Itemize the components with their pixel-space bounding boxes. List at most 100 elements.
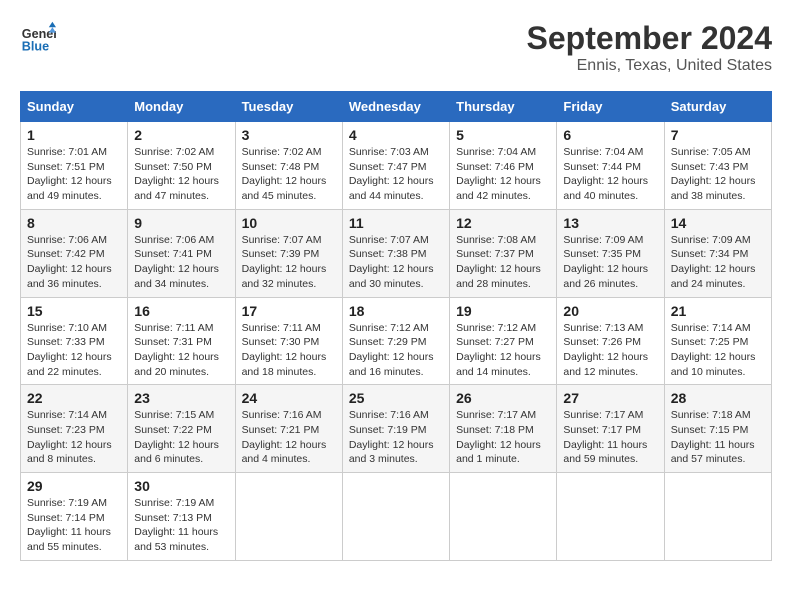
page-header: General Blue September 2024 Ennis, Texas… [20, 20, 772, 75]
calendar-cell: 5 Sunrise: 7:04 AMSunset: 7:46 PMDayligh… [450, 122, 557, 210]
calendar-cell: 14 Sunrise: 7:09 AMSunset: 7:34 PMDaylig… [664, 209, 771, 297]
day-number: 20 [563, 303, 657, 319]
cell-info: Sunrise: 7:02 AMSunset: 7:50 PMDaylight:… [134, 146, 219, 202]
calendar-cell: 30 Sunrise: 7:19 AMSunset: 7:13 PMDaylig… [128, 473, 235, 561]
calendar-cell: 9 Sunrise: 7:06 AMSunset: 7:41 PMDayligh… [128, 209, 235, 297]
day-number: 21 [671, 303, 765, 319]
calendar-cell: 10 Sunrise: 7:07 AMSunset: 7:39 PMDaylig… [235, 209, 342, 297]
weekday-header-thursday: Thursday [450, 92, 557, 122]
calendar-cell: 27 Sunrise: 7:17 AMSunset: 7:17 PMDaylig… [557, 385, 664, 473]
week-row-3: 15 Sunrise: 7:10 AMSunset: 7:33 PMDaylig… [21, 297, 772, 385]
day-number: 16 [134, 303, 228, 319]
calendar-cell: 3 Sunrise: 7:02 AMSunset: 7:48 PMDayligh… [235, 122, 342, 210]
calendar-cell: 29 Sunrise: 7:19 AMSunset: 7:14 PMDaylig… [21, 473, 128, 561]
calendar-cell: 22 Sunrise: 7:14 AMSunset: 7:23 PMDaylig… [21, 385, 128, 473]
calendar-cell: 21 Sunrise: 7:14 AMSunset: 7:25 PMDaylig… [664, 297, 771, 385]
day-number: 28 [671, 390, 765, 406]
day-number: 22 [27, 390, 121, 406]
day-number: 17 [242, 303, 336, 319]
day-number: 2 [134, 127, 228, 143]
weekday-header-sunday: Sunday [21, 92, 128, 122]
cell-info: Sunrise: 7:03 AMSunset: 7:47 PMDaylight:… [349, 146, 434, 202]
day-number: 24 [242, 390, 336, 406]
calendar-cell: 16 Sunrise: 7:11 AMSunset: 7:31 PMDaylig… [128, 297, 235, 385]
calendar-cell: 17 Sunrise: 7:11 AMSunset: 7:30 PMDaylig… [235, 297, 342, 385]
day-number: 19 [456, 303, 550, 319]
calendar-table: SundayMondayTuesdayWednesdayThursdayFrid… [20, 91, 772, 561]
day-number: 7 [671, 127, 765, 143]
svg-text:Blue: Blue [22, 40, 49, 54]
calendar-cell [664, 473, 771, 561]
cell-info: Sunrise: 7:18 AMSunset: 7:15 PMDaylight:… [671, 409, 755, 465]
calendar-cell: 4 Sunrise: 7:03 AMSunset: 7:47 PMDayligh… [342, 122, 449, 210]
day-number: 25 [349, 390, 443, 406]
calendar-cell: 18 Sunrise: 7:12 AMSunset: 7:29 PMDaylig… [342, 297, 449, 385]
calendar-cell: 20 Sunrise: 7:13 AMSunset: 7:26 PMDaylig… [557, 297, 664, 385]
calendar-cell: 15 Sunrise: 7:10 AMSunset: 7:33 PMDaylig… [21, 297, 128, 385]
month-title: September 2024 [527, 20, 772, 57]
cell-info: Sunrise: 7:07 AMSunset: 7:38 PMDaylight:… [349, 234, 434, 290]
cell-info: Sunrise: 7:02 AMSunset: 7:48 PMDaylight:… [242, 146, 327, 202]
calendar-cell: 6 Sunrise: 7:04 AMSunset: 7:44 PMDayligh… [557, 122, 664, 210]
day-number: 5 [456, 127, 550, 143]
title-block: September 2024 Ennis, Texas, United Stat… [527, 20, 772, 75]
calendar-cell: 1 Sunrise: 7:01 AMSunset: 7:51 PMDayligh… [21, 122, 128, 210]
cell-info: Sunrise: 7:17 AMSunset: 7:18 PMDaylight:… [456, 409, 541, 465]
day-number: 30 [134, 478, 228, 494]
calendar-cell: 25 Sunrise: 7:16 AMSunset: 7:19 PMDaylig… [342, 385, 449, 473]
cell-info: Sunrise: 7:16 AMSunset: 7:21 PMDaylight:… [242, 409, 327, 465]
cell-info: Sunrise: 7:16 AMSunset: 7:19 PMDaylight:… [349, 409, 434, 465]
cell-info: Sunrise: 7:19 AMSunset: 7:14 PMDaylight:… [27, 497, 111, 553]
day-number: 6 [563, 127, 657, 143]
calendar-cell: 2 Sunrise: 7:02 AMSunset: 7:50 PMDayligh… [128, 122, 235, 210]
calendar-cell [235, 473, 342, 561]
cell-info: Sunrise: 7:17 AMSunset: 7:17 PMDaylight:… [563, 409, 647, 465]
cell-info: Sunrise: 7:14 AMSunset: 7:25 PMDaylight:… [671, 322, 756, 378]
day-number: 10 [242, 215, 336, 231]
weekday-header-saturday: Saturday [664, 92, 771, 122]
day-number: 23 [134, 390, 228, 406]
day-number: 14 [671, 215, 765, 231]
calendar-cell [342, 473, 449, 561]
week-row-2: 8 Sunrise: 7:06 AMSunset: 7:42 PMDayligh… [21, 209, 772, 297]
day-number: 9 [134, 215, 228, 231]
cell-info: Sunrise: 7:10 AMSunset: 7:33 PMDaylight:… [27, 322, 112, 378]
day-number: 12 [456, 215, 550, 231]
day-number: 1 [27, 127, 121, 143]
cell-info: Sunrise: 7:06 AMSunset: 7:42 PMDaylight:… [27, 234, 112, 290]
calendar-cell: 12 Sunrise: 7:08 AMSunset: 7:37 PMDaylig… [450, 209, 557, 297]
cell-info: Sunrise: 7:11 AMSunset: 7:31 PMDaylight:… [134, 322, 219, 378]
calendar-cell: 19 Sunrise: 7:12 AMSunset: 7:27 PMDaylig… [450, 297, 557, 385]
day-number: 15 [27, 303, 121, 319]
logo-icon: General Blue [20, 20, 56, 56]
day-number: 26 [456, 390, 550, 406]
weekday-header-wednesday: Wednesday [342, 92, 449, 122]
cell-info: Sunrise: 7:08 AMSunset: 7:37 PMDaylight:… [456, 234, 541, 290]
week-row-4: 22 Sunrise: 7:14 AMSunset: 7:23 PMDaylig… [21, 385, 772, 473]
cell-info: Sunrise: 7:12 AMSunset: 7:29 PMDaylight:… [349, 322, 434, 378]
calendar-cell: 13 Sunrise: 7:09 AMSunset: 7:35 PMDaylig… [557, 209, 664, 297]
weekday-header-friday: Friday [557, 92, 664, 122]
calendar-cell: 11 Sunrise: 7:07 AMSunset: 7:38 PMDaylig… [342, 209, 449, 297]
day-number: 27 [563, 390, 657, 406]
day-number: 11 [349, 215, 443, 231]
calendar-cell: 24 Sunrise: 7:16 AMSunset: 7:21 PMDaylig… [235, 385, 342, 473]
calendar-cell [450, 473, 557, 561]
weekday-header-monday: Monday [128, 92, 235, 122]
cell-info: Sunrise: 7:19 AMSunset: 7:13 PMDaylight:… [134, 497, 218, 553]
calendar-cell: 8 Sunrise: 7:06 AMSunset: 7:42 PMDayligh… [21, 209, 128, 297]
week-row-1: 1 Sunrise: 7:01 AMSunset: 7:51 PMDayligh… [21, 122, 772, 210]
day-number: 13 [563, 215, 657, 231]
day-number: 8 [27, 215, 121, 231]
cell-info: Sunrise: 7:06 AMSunset: 7:41 PMDaylight:… [134, 234, 219, 290]
cell-info: Sunrise: 7:14 AMSunset: 7:23 PMDaylight:… [27, 409, 112, 465]
cell-info: Sunrise: 7:12 AMSunset: 7:27 PMDaylight:… [456, 322, 541, 378]
calendar-cell: 26 Sunrise: 7:17 AMSunset: 7:18 PMDaylig… [450, 385, 557, 473]
calendar-cell: 28 Sunrise: 7:18 AMSunset: 7:15 PMDaylig… [664, 385, 771, 473]
cell-info: Sunrise: 7:15 AMSunset: 7:22 PMDaylight:… [134, 409, 219, 465]
cell-info: Sunrise: 7:09 AMSunset: 7:34 PMDaylight:… [671, 234, 756, 290]
location-subtitle: Ennis, Texas, United States [527, 57, 772, 75]
day-number: 4 [349, 127, 443, 143]
calendar-cell: 7 Sunrise: 7:05 AMSunset: 7:43 PMDayligh… [664, 122, 771, 210]
calendar-cell: 23 Sunrise: 7:15 AMSunset: 7:22 PMDaylig… [128, 385, 235, 473]
